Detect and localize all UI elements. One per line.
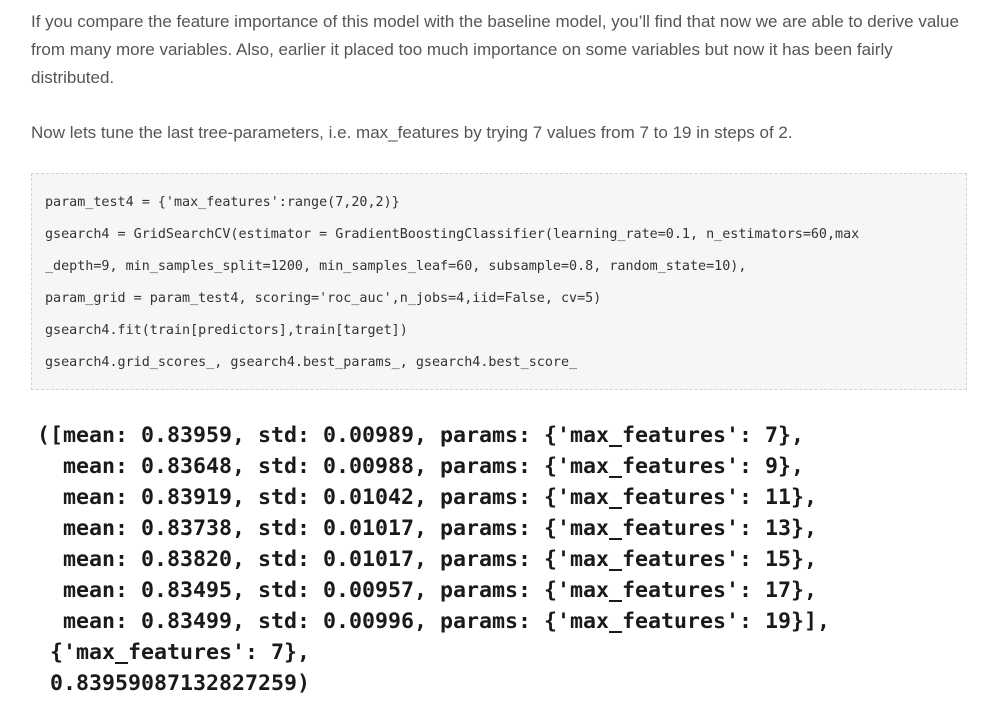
output-line: mean: 0.83738, std: 0.01017, params: {'m… xyxy=(37,516,818,541)
output-line: 0.83959087132827259) xyxy=(37,671,311,696)
code-line: _depth=9, min_samples_split=1200, min_sa… xyxy=(45,259,747,274)
output-line: ([mean: 0.83959, std: 0.00989, params: {… xyxy=(37,423,805,448)
paragraph-feature-importance: If you compare the feature importance of… xyxy=(31,12,959,87)
code-block: param_test4 = {'max_features':range(7,20… xyxy=(31,173,967,390)
code-line: gsearch4.grid_scores_, gsearch4.best_par… xyxy=(45,355,578,370)
code-line: param_grid = param_test4, scoring='roc_a… xyxy=(45,291,602,306)
output-line: mean: 0.83495, std: 0.00957, params: {'m… xyxy=(37,578,818,603)
output-line: mean: 0.83919, std: 0.01042, params: {'m… xyxy=(37,485,818,510)
code-line: gsearch4.fit(train[predictors],train[tar… xyxy=(45,323,408,338)
output-line: mean: 0.83648, std: 0.00988, params: {'m… xyxy=(37,454,805,479)
paragraph-tune-max-features: Now lets tune the last tree-parameters, … xyxy=(31,123,793,142)
output-line: mean: 0.83820, std: 0.01017, params: {'m… xyxy=(37,547,818,572)
code-line: param_test4 = {'max_features':range(7,20… xyxy=(45,195,400,210)
output-block: ([mean: 0.83959, std: 0.00989, params: {… xyxy=(37,420,830,699)
code-line: gsearch4 = GridSearchCV(estimator = Grad… xyxy=(45,227,860,242)
output-line: mean: 0.83499, std: 0.00996, params: {'m… xyxy=(37,609,831,634)
output-line: {'max_features': 7}, xyxy=(37,640,311,665)
